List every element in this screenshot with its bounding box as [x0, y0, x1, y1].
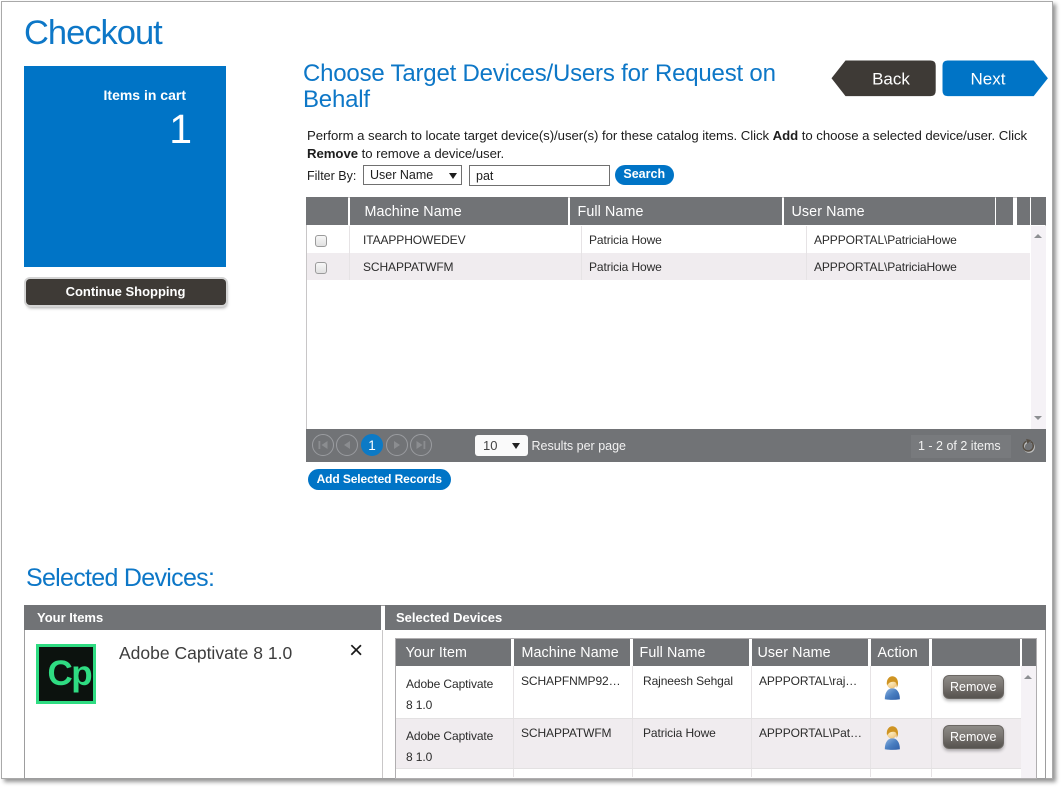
svg-text:Cp: Cp: [48, 654, 92, 693]
svg-text:Next: Next: [971, 70, 1006, 89]
svg-text:Back: Back: [872, 70, 910, 89]
